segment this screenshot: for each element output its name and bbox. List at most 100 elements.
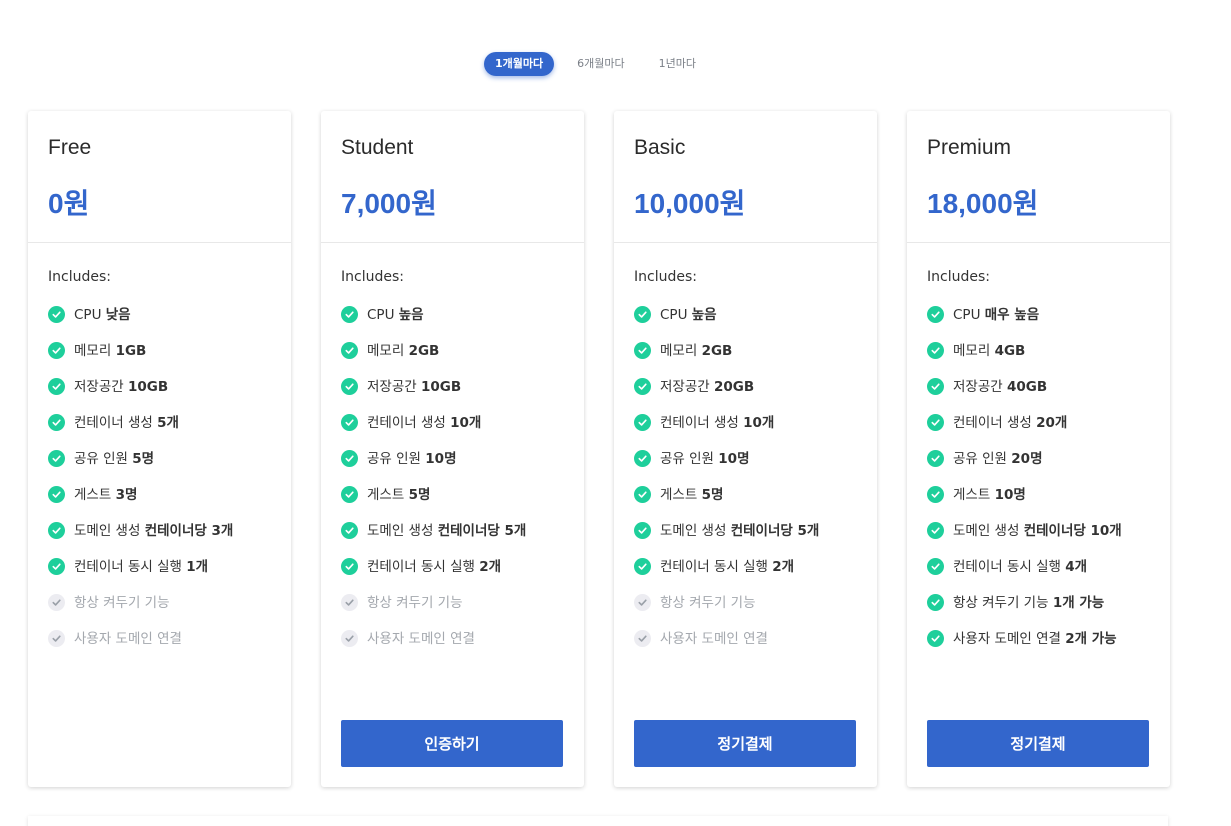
- feature-item: 공유 인원 10명: [341, 450, 564, 486]
- plan-price: 10,000원: [634, 188, 746, 219]
- check-circle-icon: [927, 486, 944, 503]
- feature-item: 컨테이너 생성 10개: [634, 414, 857, 450]
- check-circle-disabled-icon: [341, 594, 358, 611]
- feature-text: 사용자 도메인 연결: [367, 630, 475, 648]
- feature-list: CPU 낮음 메모리 1GB 저장공간 10GB 컨테이너 생성 5개 공유 인원 5명…: [48, 306, 271, 666]
- feature-value: 1개 가능: [1052, 595, 1105, 611]
- plan-header: Student 7,000원: [321, 111, 584, 243]
- plan-price: 0원: [48, 188, 90, 219]
- plan-price: 18,000원: [927, 188, 1039, 219]
- feature-item: 항상 켜두기 기능: [48, 594, 271, 630]
- check-circle-disabled-icon: [48, 594, 65, 611]
- feature-text: 메모리 2GB: [367, 342, 439, 360]
- feature-item: 메모리 2GB: [634, 342, 857, 378]
- feature-item: 사용자 도메인 연결: [48, 630, 271, 666]
- feature-value: 컨테이너당 10개: [1023, 523, 1122, 539]
- feature-text: 저장공간 10GB: [74, 378, 168, 396]
- plan-card-free: Free 0원 Includes: CPU 낮음 메모리 1GB 저장공간 10GB 컨테이…: [28, 111, 291, 787]
- plan-name: Student: [341, 136, 414, 159]
- feature-value: 10명: [425, 451, 457, 467]
- feature-value: 20명: [1011, 451, 1043, 467]
- feature-value: 5명: [701, 487, 724, 503]
- check-circle-icon: [927, 414, 944, 431]
- feature-value: 낮음: [105, 307, 131, 323]
- feature-label: 항상 켜두기 기능: [367, 595, 463, 611]
- feature-text: 공유 인원 20명: [953, 450, 1043, 468]
- tab-1-month[interactable]: 1개월마다: [484, 52, 555, 76]
- feature-text: 컨테이너 생성 10개: [660, 414, 774, 432]
- feature-label: 사용자 도메인 연결: [367, 631, 475, 647]
- feature-label: 공유 인원: [74, 451, 128, 467]
- feature-text: 도메인 생성 컨테이너당 5개: [660, 522, 819, 540]
- feature-item: 메모리 2GB: [341, 342, 564, 378]
- check-circle-icon: [927, 522, 944, 539]
- feature-value: 5명: [408, 487, 431, 503]
- feature-label: CPU: [660, 307, 688, 323]
- feature-label: 메모리: [74, 343, 112, 359]
- plan-body: Includes: CPU 높음메모리 2GB 저장공간 10GB 컨테이너 생성 1…: [321, 243, 584, 666]
- subscribe-button[interactable]: 정기결제: [927, 720, 1149, 767]
- feature-list: CPU 높음메모리 2GB 저장공간 20GB 컨테이너 생성 10개공유 인원 1…: [634, 306, 857, 666]
- feature-label: 사용자 도메인 연결: [953, 631, 1061, 647]
- feature-item: 사용자 도메인 연결: [341, 630, 564, 666]
- feature-label: 게스트: [367, 487, 405, 503]
- feature-item: 사용자 도메인 연결 2개 가능: [927, 630, 1150, 666]
- feature-item: 저장공간 20GB: [634, 378, 857, 414]
- feature-text: 항상 켜두기 기능: [367, 594, 463, 612]
- feature-item: 항상 켜두기 기능 1개 가능: [927, 594, 1150, 630]
- feature-item: 공유 인원 5명: [48, 450, 271, 486]
- plan-card-premium: Premium 18,000원 Includes: CPU 매우 높음 메모리 4GB 저…: [907, 111, 1170, 787]
- feature-item: CPU 매우 높음: [927, 306, 1150, 342]
- check-circle-icon: [634, 414, 651, 431]
- feature-value: 5개: [157, 415, 179, 431]
- includes-label: Includes:: [341, 269, 404, 285]
- tab-1-year[interactable]: 1년마다: [648, 52, 707, 76]
- verify-button[interactable]: 인증하기: [341, 720, 563, 767]
- check-circle-icon: [341, 306, 358, 323]
- check-circle-disabled-icon: [341, 630, 358, 647]
- tab-6-months[interactable]: 6개월마다: [566, 52, 635, 76]
- feature-text: 저장공간 20GB: [660, 378, 754, 396]
- feature-text: CPU 높음: [367, 306, 424, 324]
- check-circle-icon: [48, 450, 65, 467]
- feature-value: 10명: [994, 487, 1026, 503]
- feature-text: 컨테이너 생성 10개: [367, 414, 481, 432]
- check-circle-icon: [341, 558, 358, 575]
- feature-value: 컨테이너당 5개: [730, 523, 820, 539]
- feature-item: 게스트 5명: [634, 486, 857, 522]
- check-circle-icon: [48, 522, 65, 539]
- feature-item: 컨테이너 생성 5개: [48, 414, 271, 450]
- plan-header: Basic 10,000원: [614, 111, 877, 243]
- includes-label: Includes:: [48, 269, 111, 285]
- feature-text: 도메인 생성 컨테이너당 5개: [367, 522, 526, 540]
- feature-label: 컨테이너 생성: [660, 415, 739, 431]
- feature-value: 2개: [772, 559, 795, 575]
- check-circle-disabled-icon: [48, 630, 65, 647]
- plan-price: 7,000원: [341, 188, 437, 219]
- feature-text: 항상 켜두기 기능: [660, 594, 756, 612]
- feature-value: 3명: [115, 487, 138, 503]
- feature-label: 항상 켜두기 기능: [953, 595, 1049, 611]
- feature-item: CPU 낮음: [48, 306, 271, 342]
- feature-item: 게스트 10명: [927, 486, 1150, 522]
- check-circle-icon: [927, 558, 944, 575]
- feature-label: 메모리: [953, 343, 991, 359]
- plan-name: Premium: [927, 136, 1012, 159]
- check-circle-icon: [341, 414, 358, 431]
- feature-list: CPU 매우 높음 메모리 4GB 저장공간 40GB 컨테이너 생성 20개 공유 인…: [927, 306, 1150, 666]
- feature-label: 공유 인원: [660, 451, 714, 467]
- feature-text: 저장공간 10GB: [367, 378, 461, 396]
- feature-label: 메모리: [367, 343, 405, 359]
- feature-value: 10명: [718, 451, 750, 467]
- feature-label: 저장공간: [660, 379, 710, 395]
- feature-value: 2GB: [408, 343, 440, 359]
- feature-text: CPU 높음: [660, 306, 717, 324]
- plan-body: Includes: CPU 높음 메모리 2GB 저장공간 20GB 컨테이너 생성 1…: [614, 243, 877, 666]
- check-circle-icon: [927, 378, 944, 395]
- feature-label: 도메인 생성: [660, 523, 727, 539]
- feature-label: 저장공간: [953, 379, 1003, 395]
- plan-name: Basic: [634, 136, 686, 159]
- feature-text: 항상 켜두기 기능 1개 가능: [953, 594, 1104, 612]
- feature-item: CPU 높음: [341, 306, 564, 342]
- subscribe-button[interactable]: 정기결제: [634, 720, 856, 767]
